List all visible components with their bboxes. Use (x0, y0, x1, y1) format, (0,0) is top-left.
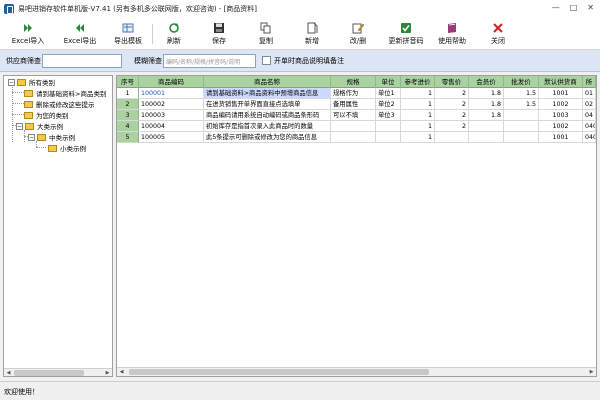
status-text: 欢迎使用！ (4, 388, 39, 396)
excel-import-icon (24, 24, 32, 32)
folder-icon (48, 144, 57, 152)
maximize-button[interactable]: □ (570, 3, 578, 12)
refresh-button[interactable]: 刷新 (160, 20, 188, 48)
app-logo-icon (4, 4, 14, 14)
table-row[interactable]: 1 100001 请到基础资料>商品资料中预增商品信息 规格作为 单位1 1 2… (117, 88, 596, 99)
filter-bar: 供应商筛查 模糊筛查 编码/名称/规格/拼音码/说明 开单时商品说明填备注 (0, 50, 600, 72)
folder-icon (24, 100, 33, 108)
table-row[interactable]: 4 100004 初始库存是指首次录入此商品时的数量 1 2 1002 040 (117, 121, 596, 132)
close-x-icon (493, 23, 503, 33)
tree-horizontal-scrollbar[interactable]: ◀ ▶ (4, 368, 112, 376)
col-header-wholesale[interactable]: 批发价 (504, 76, 539, 88)
title-bar: 易吧进销存软件单机版-V7.41 (另有多机多公联网版，欢迎咨询) - [商品资… (0, 0, 600, 18)
tree-item-root[interactable]: − 所有类别 (8, 77, 55, 87)
grid-header: 序号 商品编码 商品名称 规格 单位 参考进价 零售价 会员价 批发价 默认供货… (117, 76, 596, 88)
refresh-icon (169, 23, 179, 33)
tree-line (12, 103, 24, 104)
export-template-button[interactable]: 导出模板 (110, 20, 146, 48)
toolbar: Excel导入 Excel导出 导出模板 刷新 保存 复制 新增 改/删 更新拼… (0, 18, 600, 50)
col-header-spec[interactable]: 规格 (331, 76, 376, 88)
notes-checkbox[interactable] (262, 56, 271, 65)
scroll-thumb[interactable] (129, 369, 429, 375)
close-button[interactable]: 关闭 (484, 20, 512, 48)
tree-line (12, 92, 24, 93)
scroll-left-icon[interactable]: ◀ (117, 368, 126, 376)
col-header-retail[interactable]: 零售价 (435, 76, 469, 88)
notes-checkbox-label: 开单时商品说明填备注 (274, 57, 344, 65)
close-window-button[interactable]: ✕ (587, 3, 594, 12)
copy-button[interactable]: 复制 (252, 20, 280, 48)
add-button[interactable]: 新增 (298, 20, 326, 48)
app-window: 易吧进销存软件单机版-V7.41 (另有多机多公联网版，欢迎咨询) - [商品资… (0, 0, 600, 400)
help-button[interactable]: 使用帮助 (434, 20, 470, 48)
excel-export-icon (76, 24, 84, 32)
excel-export-button[interactable]: Excel导出 (60, 20, 100, 48)
save-icon (214, 23, 224, 33)
scroll-right-icon[interactable]: ▶ (103, 369, 112, 376)
window-title: 易吧进销存软件单机版-V7.41 (另有多机多公联网版，欢迎咨询) - [商品资… (18, 5, 258, 13)
col-header-index[interactable]: 序号 (117, 76, 139, 88)
col-header-cost[interactable]: 参考进价 (401, 76, 435, 88)
export-template-icon (122, 23, 134, 33)
tree-line (12, 114, 24, 115)
tree-item-category[interactable]: 为您的类别 (24, 110, 69, 120)
grid-horizontal-scrollbar[interactable]: ◀ ▶ (117, 367, 596, 376)
scroll-thumb[interactable] (14, 370, 84, 376)
tree-item-small-category[interactable]: 小类示例 (48, 143, 86, 153)
update-pinyin-button[interactable]: 更新拼音码 (386, 20, 426, 48)
folder-icon (17, 78, 26, 86)
supplier-filter-label: 供应商筛查 (6, 57, 41, 65)
window-controls: — □ ✕ (552, 3, 594, 12)
col-header-extra[interactable]: 所 (583, 76, 596, 88)
minimize-button[interactable]: — (552, 3, 560, 12)
folder-icon (24, 111, 33, 119)
scroll-left-icon[interactable]: ◀ (4, 369, 13, 376)
tree-item-category[interactable]: 请到基础资料>商品类别 (24, 88, 106, 98)
pinyin-icon (401, 23, 411, 33)
fuzzy-filter-input[interactable]: 编码/名称/规格/拼音码/说明 (163, 54, 256, 68)
edit-icon (352, 23, 364, 34)
folder-icon (25, 122, 34, 130)
tree-line (36, 147, 46, 148)
save-button[interactable]: 保存 (205, 20, 233, 48)
folder-icon (24, 89, 33, 97)
tree-item-mid-category[interactable]: − 中类示例 (28, 132, 75, 142)
table-row[interactable]: 2 100002 在进货销售开单界面直接点选填单 备用属性 单位2 1 2 1.… (117, 99, 596, 110)
tree-item-big-category[interactable]: − 大类示例 (16, 121, 63, 131)
scroll-right-icon[interactable]: ▶ (587, 368, 596, 376)
table-row[interactable]: 5 100005 此5条提示可删除或修改为您的商品信息 1 1001 040 (117, 132, 596, 143)
add-icon (307, 22, 318, 34)
toolbar-separator (152, 24, 153, 44)
collapse-toggle-icon[interactable]: − (16, 122, 23, 130)
copy-icon (260, 22, 271, 34)
folder-icon (37, 133, 46, 141)
col-header-name[interactable]: 商品名称 (204, 76, 331, 88)
tree-item-category[interactable]: 删除或修改这些提示 (24, 99, 95, 109)
category-tree: − 所有类别 请到基础资料>商品类别 删除或修改这些提示 为您的类别 − 大类示… (3, 75, 113, 377)
status-bar: 欢迎使用！ (0, 381, 600, 400)
product-grid: 序号 商品编码 商品名称 规格 单位 参考进价 零售价 会员价 批发价 默认供货… (116, 75, 597, 377)
excel-import-button[interactable]: Excel导入 (8, 20, 48, 48)
supplier-filter-input[interactable] (42, 54, 122, 68)
help-book-icon (448, 23, 456, 33)
edit-delete-button[interactable]: 改/删 (344, 20, 372, 48)
col-header-member[interactable]: 会员价 (469, 76, 504, 88)
collapse-toggle-icon[interactable]: − (8, 78, 15, 86)
col-header-code[interactable]: 商品编码 (139, 76, 204, 88)
fuzzy-filter-label: 模糊筛查 (134, 57, 162, 65)
col-header-supplier[interactable]: 默认供货商 (539, 76, 583, 88)
table-row[interactable]: 3 100003 商品编码请用系统自动编码或商品条形码 可以不填 单位3 1 2… (117, 110, 596, 121)
collapse-toggle-icon[interactable]: − (28, 133, 35, 141)
col-header-unit[interactable]: 单位 (376, 76, 401, 88)
